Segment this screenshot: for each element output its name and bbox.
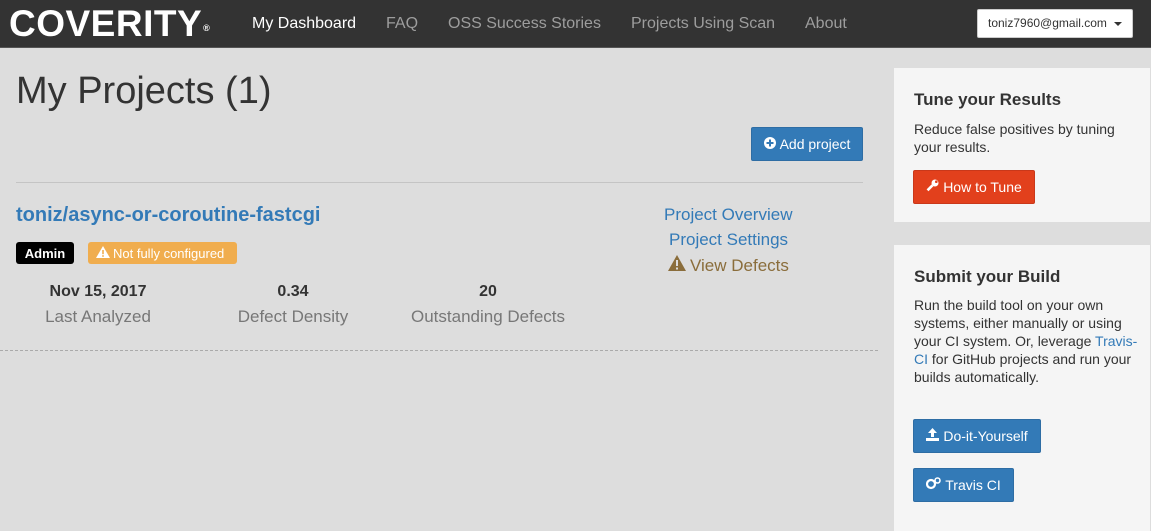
upload-icon	[926, 428, 940, 444]
add-project-button[interactable]: Add project	[751, 127, 863, 161]
stat-outstanding-defects-label: Outstanding Defects	[410, 307, 566, 326]
stat-defect-density-value: 0.34	[277, 283, 309, 300]
top-navbar: COVERITY® My Dashboard FAQ OSS Success S…	[0, 0, 1151, 48]
build-panel-title: Submit your Build	[914, 267, 1061, 286]
nav-about[interactable]: About	[805, 15, 847, 33]
build-text-part: Run the build tool on your own systems, …	[914, 297, 1122, 349]
coverity-logo[interactable]: COVERITY®	[9, 4, 210, 44]
add-project-label: Add project	[779, 136, 851, 152]
page-title: My Projects (1)	[16, 70, 272, 112]
project-separator	[0, 350, 878, 351]
view-defects-link[interactable]: View Defects	[668, 255, 789, 276]
gears-icon	[926, 477, 942, 493]
stat-last-analyzed-label: Last Analyzed	[45, 307, 151, 326]
stat-outstanding-defects-value: 20	[479, 283, 497, 300]
config-status-badge: Not fully configured	[88, 242, 237, 264]
nav-oss-success-stories[interactable]: OSS Success Stories	[448, 15, 601, 33]
wrench-icon	[926, 179, 939, 195]
tune-panel-text: Reduce false positives by tuning your re…	[914, 121, 1115, 155]
project-name-link[interactable]: toniz/async-or-coroutine-fastcgi	[16, 204, 320, 227]
build-text-part: for GitHub projects and run your builds …	[914, 351, 1132, 385]
do-it-yourself-label: Do-it-Yourself	[943, 428, 1028, 444]
logo-text: COVERITY	[9, 3, 203, 44]
divider	[16, 182, 863, 183]
project-settings-link[interactable]: Project Settings	[669, 230, 788, 250]
warning-icon	[96, 245, 110, 261]
nav-faq[interactable]: FAQ	[386, 15, 418, 33]
stat-last-analyzed-value: Nov 15, 2017	[49, 283, 147, 300]
admin-badge: Admin	[16, 242, 74, 264]
config-status-text: Not fully configured	[113, 245, 225, 261]
nav-projects-using-scan[interactable]: Projects Using Scan	[631, 15, 775, 33]
tune-panel-title: Tune your Results	[914, 90, 1062, 109]
nav-my-dashboard[interactable]: My Dashboard	[252, 15, 356, 33]
plus-circle-icon	[763, 136, 776, 152]
stat-defect-density-label: Defect Density	[237, 307, 349, 326]
build-panel-text: Run the build tool on your own systems, …	[914, 296, 1139, 386]
caret-down-icon	[1114, 22, 1122, 26]
user-email: toniz7960@gmail.com	[988, 16, 1107, 30]
how-to-tune-button[interactable]: How to Tune	[913, 170, 1035, 204]
warning-icon	[668, 255, 686, 276]
user-account-dropdown[interactable]: toniz7960@gmail.com	[977, 9, 1133, 38]
do-it-yourself-button[interactable]: Do-it-Yourself	[913, 419, 1041, 453]
view-defects-label: View Defects	[690, 255, 789, 275]
travis-ci-button[interactable]: Travis CI	[913, 468, 1014, 502]
tune-results-panel: Tune your Results Reduce false positives…	[893, 67, 1151, 223]
travis-ci-label: Travis CI	[945, 477, 1001, 493]
how-to-tune-label: How to Tune	[943, 179, 1022, 195]
submit-build-panel: Submit your Build Run the build tool on …	[893, 244, 1151, 531]
registered-mark: ®	[203, 23, 211, 33]
project-overview-link[interactable]: Project Overview	[664, 205, 792, 225]
